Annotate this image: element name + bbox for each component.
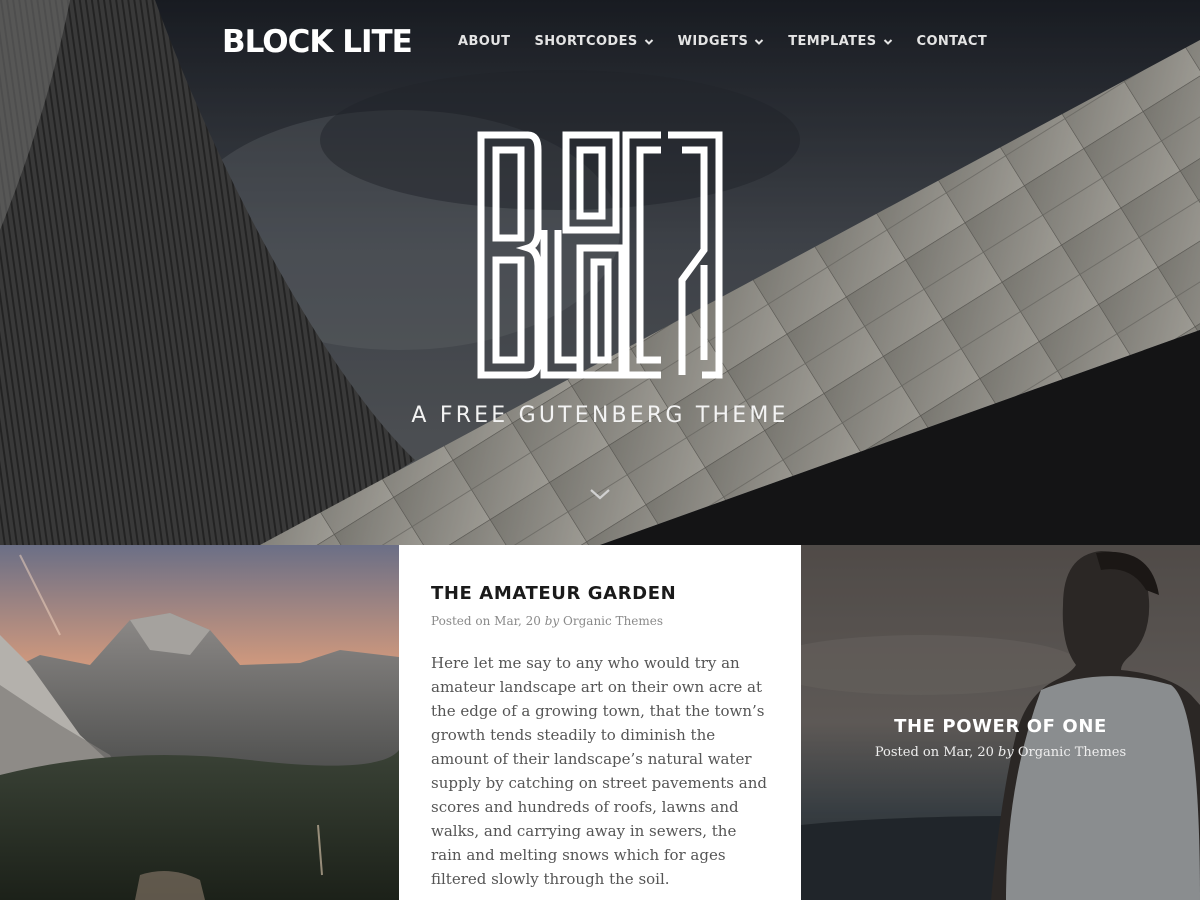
nav-item-label: WIDGETS xyxy=(677,34,749,49)
post-meta: Posted on Mar, 20 by Organic Themes xyxy=(431,614,769,628)
nav-item-templates[interactable]: TEMPLATES xyxy=(788,34,892,49)
post-card-power-of-one[interactable]: THE POWER OF ONE Posted on Mar, 20 by Or… xyxy=(801,545,1200,900)
post-by: by xyxy=(998,745,1014,760)
chevron-down-icon xyxy=(755,38,764,45)
nav-item-contact[interactable]: CONTACT xyxy=(917,34,988,49)
post-card-amateur-garden: THE AMATEUR GARDEN Posted on Mar, 20 by … xyxy=(399,545,801,900)
nav-item-shortcodes[interactable]: SHORTCODES xyxy=(534,34,653,49)
site-logo[interactable]: BLOCK LITE xyxy=(222,24,413,60)
site-tagline: A FREE GUTENBERG THEME xyxy=(411,403,789,428)
main-navigation: ABOUT SHORTCODES WIDGETS TEMPLATES CONTA… xyxy=(458,34,1011,49)
post-by: by xyxy=(544,614,560,628)
nav-item-label: ABOUT xyxy=(458,34,511,49)
nav-item-label: TEMPLATES xyxy=(788,34,877,49)
post-author-link[interactable]: Organic Themes xyxy=(1018,745,1126,760)
nav-item-label: SHORTCODES xyxy=(534,34,638,49)
hero-header: BLOCK LITE ABOUT SHORTCODES WIDGETS TEMP… xyxy=(0,0,1200,545)
mountain-landscape-image xyxy=(0,545,399,900)
post-meta: Posted on Mar, 20 by Organic Themes xyxy=(801,745,1200,760)
post-date: Posted on Mar, 20 xyxy=(431,614,541,628)
post-excerpt: Here let me say to any who would try an … xyxy=(431,654,767,888)
chevron-down-icon[interactable] xyxy=(588,486,612,502)
hero-block-logo xyxy=(477,131,723,379)
nav-item-label: CONTACT xyxy=(916,34,988,49)
post-author-link[interactable]: Organic Themes xyxy=(563,614,663,628)
chevron-down-icon xyxy=(883,38,892,45)
post-title[interactable]: THE POWER OF ONE xyxy=(801,716,1200,737)
nav-item-widgets[interactable]: WIDGETS xyxy=(678,34,765,49)
chevron-down-icon xyxy=(644,38,653,45)
nav-item-about[interactable]: ABOUT xyxy=(458,34,510,49)
post-title[interactable]: THE AMATEUR GARDEN xyxy=(431,583,769,604)
post-date: Posted on Mar, 20 xyxy=(874,745,994,760)
post-featured-image-mountains[interactable] xyxy=(0,545,399,900)
